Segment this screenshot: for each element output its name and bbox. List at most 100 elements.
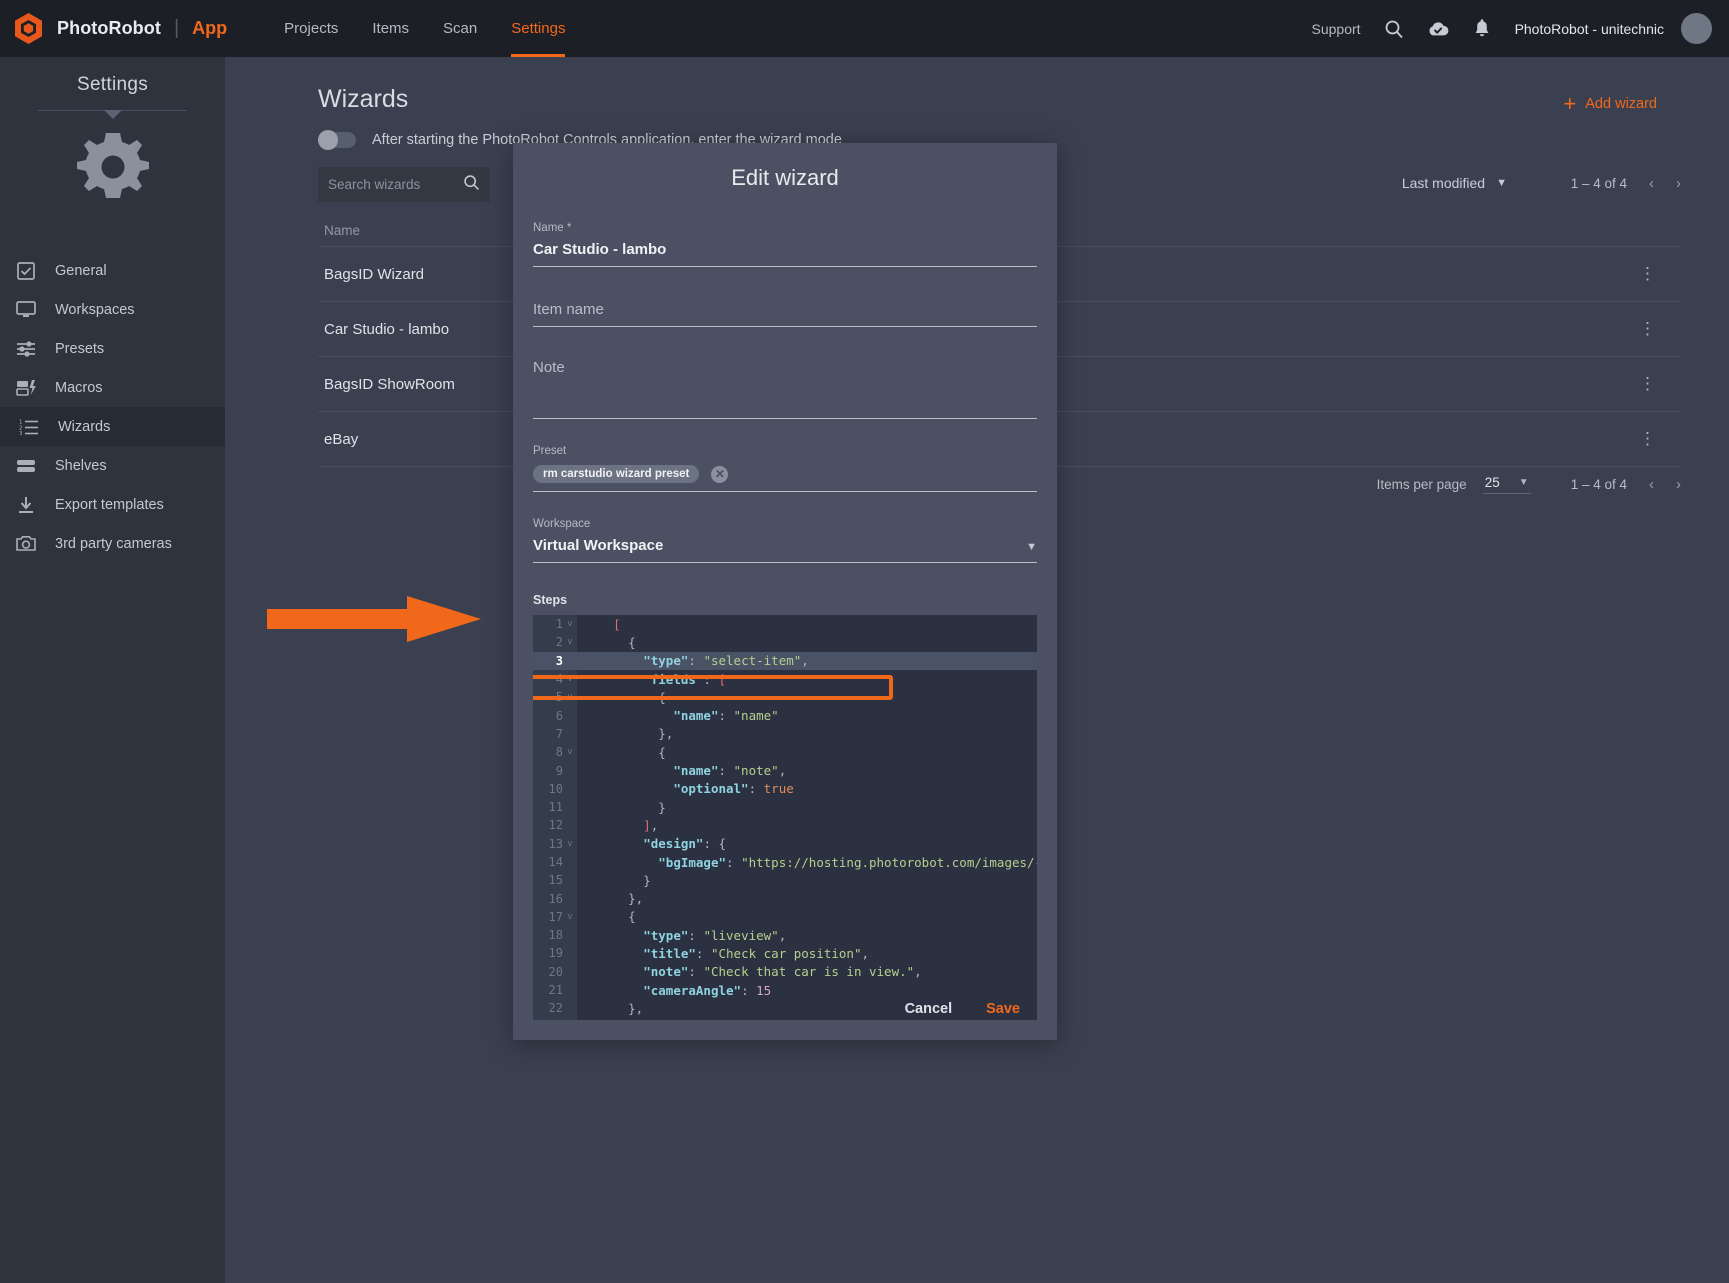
code-line-number: 1 bbox=[533, 617, 563, 631]
code-line-10[interactable]: 10 "optional": true bbox=[533, 780, 1037, 798]
steps-label: Steps bbox=[533, 593, 1057, 607]
code-fold-toggle-icon[interactable]: v bbox=[563, 839, 577, 849]
sidebar-item-export-templates[interactable]: Export templates bbox=[0, 485, 225, 524]
code-line-5[interactable]: 5v { bbox=[533, 688, 1037, 706]
workspace-field[interactable]: Workspace Virtual Workspace ▼ bbox=[533, 518, 1037, 563]
avatar[interactable] bbox=[1681, 13, 1712, 44]
kebab-menu-icon[interactable]: ⋮ bbox=[1639, 436, 1657, 442]
account-name[interactable]: PhotoRobot - unitechnic bbox=[1515, 21, 1664, 37]
code-line-17[interactable]: 17v { bbox=[533, 908, 1037, 926]
gear-icon bbox=[0, 121, 225, 213]
sidebar-item-label: Presets bbox=[55, 341, 104, 357]
code-line-18[interactable]: 18 "type": "liveview", bbox=[533, 926, 1037, 944]
code-line-2[interactable]: 2v { bbox=[533, 633, 1037, 651]
chevron-right-icon[interactable]: › bbox=[1676, 476, 1681, 493]
sidebar-item-macros[interactable]: Macros bbox=[0, 368, 225, 407]
code-line-11[interactable]: 11 } bbox=[533, 798, 1037, 816]
preset-field[interactable]: Preset rm carstudio wizard preset ✕ bbox=[533, 445, 1037, 492]
code-line-number: 16 bbox=[533, 892, 563, 906]
code-line-text: } bbox=[577, 873, 651, 888]
code-line-16[interactable]: 16 }, bbox=[533, 889, 1037, 907]
sidebar-item-label: Macros bbox=[55, 380, 103, 396]
sidebar-item-general[interactable]: General bbox=[0, 251, 225, 290]
macros-icon bbox=[11, 377, 41, 399]
sidebar-item-wizards[interactable]: 1 2 3 Wizards bbox=[0, 407, 225, 446]
search-icon[interactable] bbox=[463, 174, 480, 196]
code-line-text: "design": { bbox=[577, 836, 726, 851]
chevron-down-icon: ▼ bbox=[1519, 477, 1529, 488]
photorobot-logo-icon bbox=[11, 11, 46, 46]
code-fold-toggle-icon[interactable]: v bbox=[563, 692, 577, 702]
nav-item-settings[interactable]: Settings bbox=[494, 0, 582, 57]
code-line-15[interactable]: 15 } bbox=[533, 871, 1037, 889]
code-line-number: 9 bbox=[533, 764, 563, 778]
sort-selector[interactable]: Last modified ▼ bbox=[1402, 175, 1507, 191]
sidebar-item-workspaces[interactable]: Workspaces bbox=[0, 290, 225, 329]
bell-icon[interactable] bbox=[1471, 18, 1493, 40]
cancel-button[interactable]: Cancel bbox=[905, 1001, 953, 1017]
sidebar-item-presets[interactable]: Presets bbox=[0, 329, 225, 368]
code-line-9[interactable]: 9 "name": "note", bbox=[533, 761, 1037, 779]
items-per-page-select[interactable]: 25 ▼ bbox=[1483, 475, 1531, 494]
code-line-3[interactable]: 3 "type": "select-item", bbox=[533, 652, 1037, 670]
code-line-14[interactable]: 14 "bgImage": "https://hosting.photorobo… bbox=[533, 853, 1037, 871]
save-button[interactable]: Save bbox=[986, 1001, 1020, 1017]
chevron-left-icon[interactable]: ‹ bbox=[1649, 175, 1654, 192]
code-fold-toggle-icon[interactable]: v bbox=[563, 637, 577, 647]
cloud-check-icon[interactable] bbox=[1427, 18, 1449, 40]
note-placeholder: Note bbox=[533, 352, 1037, 418]
code-fold-toggle-icon[interactable]: v bbox=[563, 912, 577, 922]
search-input[interactable]: Search wizards bbox=[318, 167, 490, 202]
code-line-12[interactable]: 12 ], bbox=[533, 816, 1037, 834]
note-field[interactable]: Note bbox=[533, 352, 1037, 419]
sidebar-item-label: 3rd party cameras bbox=[55, 536, 172, 552]
item-name-placeholder: Item name bbox=[533, 294, 1037, 326]
sidebar-item-label: Shelves bbox=[55, 458, 107, 474]
code-line-text: { bbox=[577, 909, 636, 924]
close-circle-icon[interactable]: ✕ bbox=[711, 466, 728, 483]
code-fold-toggle-icon[interactable]: v bbox=[563, 619, 577, 629]
kebab-menu-icon[interactable]: ⋮ bbox=[1639, 326, 1657, 332]
wizard-mode-toggle[interactable] bbox=[318, 132, 356, 148]
steps-code-editor[interactable]: 1v [2v {3 "type": "select-item",4v "fiel… bbox=[533, 615, 1037, 1020]
code-line-number: 20 bbox=[533, 965, 563, 979]
chevron-down-icon[interactable]: ▼ bbox=[1026, 541, 1037, 553]
chevron-left-icon[interactable]: ‹ bbox=[1649, 476, 1654, 493]
support-link[interactable]: Support bbox=[1312, 21, 1361, 37]
sidebar-item-3rd-party-cameras[interactable]: 3rd party cameras bbox=[0, 524, 225, 563]
sidebar-menu: General Workspaces Presets bbox=[0, 251, 225, 563]
preset-chip[interactable]: rm carstudio wizard preset bbox=[533, 465, 699, 483]
items-per-page-value: 25 bbox=[1485, 475, 1500, 490]
kebab-menu-icon[interactable]: ⋮ bbox=[1639, 271, 1657, 277]
code-line-number: 8 bbox=[533, 745, 563, 759]
code-line-text: [ bbox=[577, 617, 621, 632]
code-line-6[interactable]: 6 "name": "name" bbox=[533, 706, 1037, 724]
code-fold-toggle-icon[interactable]: v bbox=[563, 747, 577, 757]
search-icon[interactable] bbox=[1383, 18, 1405, 40]
top-navigation-bar: PhotoRobot | App Projects Items Scan Set… bbox=[0, 0, 1729, 57]
code-line-13[interactable]: 13v "design": { bbox=[533, 835, 1037, 853]
brand-logo-group[interactable]: PhotoRobot | App bbox=[11, 11, 227, 46]
item-name-field[interactable]: Item name bbox=[533, 294, 1037, 327]
add-wizard-button[interactable]: + Add wizard bbox=[1563, 93, 1657, 115]
code-line-number: 12 bbox=[533, 818, 563, 832]
sidebar-item-label: Wizards bbox=[58, 419, 110, 435]
code-line-19[interactable]: 19 "title": "Check car position", bbox=[533, 944, 1037, 962]
kebab-menu-icon[interactable]: ⋮ bbox=[1639, 381, 1657, 387]
workspace-field-label: Workspace bbox=[533, 518, 1037, 530]
code-line-1[interactable]: 1v [ bbox=[533, 615, 1037, 633]
sidebar-item-shelves[interactable]: Shelves bbox=[0, 446, 225, 485]
code-line-8[interactable]: 8v { bbox=[533, 743, 1037, 761]
code-fold-toggle-icon[interactable]: v bbox=[563, 674, 577, 684]
pagination-count: 1 – 4 of 4 bbox=[1571, 176, 1627, 191]
code-line-number: 18 bbox=[533, 928, 563, 942]
code-line-4[interactable]: 4v "fields": [ bbox=[533, 670, 1037, 688]
brand-name: PhotoRobot bbox=[57, 18, 161, 39]
nav-item-scan[interactable]: Scan bbox=[426, 0, 494, 57]
nav-item-items[interactable]: Items bbox=[355, 0, 426, 57]
code-line-number: 19 bbox=[533, 946, 563, 960]
nav-item-projects[interactable]: Projects bbox=[267, 0, 355, 57]
code-line-7[interactable]: 7 }, bbox=[533, 725, 1037, 743]
name-field[interactable]: Name * Car Studio - lambo bbox=[533, 222, 1037, 267]
chevron-right-icon[interactable]: › bbox=[1676, 175, 1681, 192]
